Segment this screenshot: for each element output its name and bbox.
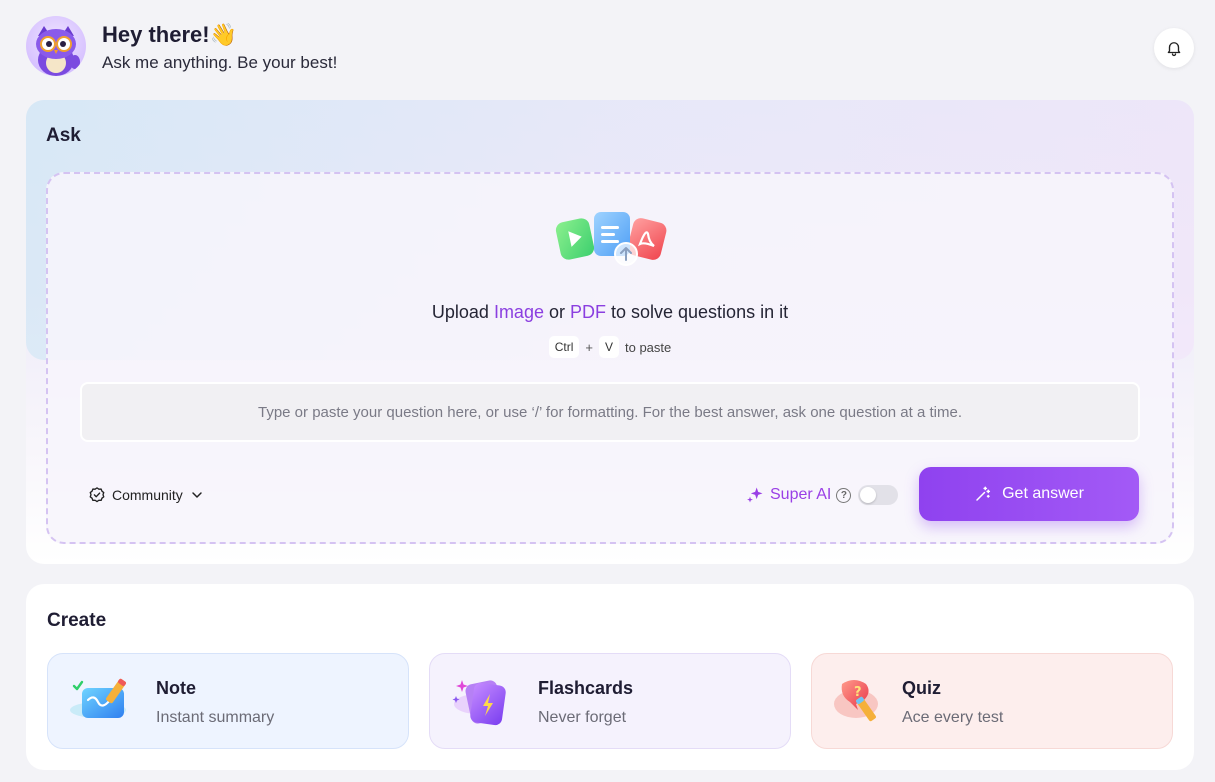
note-subtitle: Instant summary [156, 709, 275, 726]
community-label: Community [112, 487, 183, 503]
upload-drop-zone[interactable]: Upload Image or PDF to solve questions i… [46, 172, 1174, 544]
greeting-text: Hey there! [102, 22, 210, 47]
ask-title: Ask [46, 125, 81, 146]
get-answer-label: Get answer [1002, 485, 1084, 502]
flashcards-subtitle: Never forget [538, 709, 627, 726]
upload-instructions: Upload Image or PDF to solve questions i… [48, 302, 1172, 323]
greeting-title: Hey there!👋 [102, 22, 237, 48]
upload-suffix: to solve questions in it [605, 302, 789, 322]
paste-label: to paste [625, 339, 672, 355]
chevron-down-icon [192, 492, 202, 498]
upload-pdf-link[interactable]: PDF [570, 302, 606, 322]
wave-icon: 👋 [209, 22, 237, 47]
quiz-tool-card[interactable]: ? Quiz Ace every test [811, 653, 1173, 749]
paste-hint: Ctrl + V to paste [48, 336, 1172, 358]
notification-button[interactable] [1154, 28, 1194, 68]
community-dropdown[interactable]: Community [88, 484, 205, 506]
flashcards-tool-card[interactable]: Flashcards Never forget [429, 653, 791, 749]
super-ai-control: Super AI ? [745, 481, 899, 509]
quiz-title: Quiz [902, 678, 941, 698]
super-ai-label: Super AI [770, 486, 832, 503]
v-key: V [598, 336, 619, 358]
create-panel: Create Note Instant summary Flashcards N… [26, 584, 1194, 770]
sparkle-icon [747, 487, 763, 503]
header: Hey there!👋 Ask me anything. Be your bes… [26, 16, 1194, 78]
flashcards-icon [452, 680, 506, 726]
quiz-subtitle: Ace every test [902, 709, 1004, 726]
create-title: Create [47, 610, 107, 631]
flashcards-title: Flashcards [538, 678, 634, 698]
help-icon[interactable]: ? [836, 487, 852, 503]
owl-mascot-icon [26, 16, 86, 76]
super-ai-toggle[interactable] [858, 485, 899, 505]
toggle-knob [860, 487, 877, 503]
note-title: Note [156, 678, 196, 698]
greeting-subtitle: Ask me anything. Be your best! [102, 53, 338, 72]
quiz-icon: ? [834, 680, 878, 722]
upload-prefix: Upload [431, 302, 494, 322]
upload-middle: or [543, 302, 570, 322]
upload-image-link[interactable]: Image [494, 302, 544, 322]
ask-panel: Ask Upload Image or PDF to solve questio… [26, 100, 1194, 564]
ctrl-key: Ctrl [548, 336, 580, 358]
plus-sign: + [585, 339, 593, 355]
note-tool-card[interactable]: Note Instant summary [47, 653, 409, 749]
question-input[interactable] [80, 382, 1140, 442]
get-answer-button[interactable]: Get answer [919, 467, 1139, 521]
upload-files-icon [555, 212, 667, 266]
magic-wand-icon [976, 486, 991, 501]
check-circle-icon [89, 487, 105, 503]
note-icon [70, 678, 126, 718]
bell-icon [1167, 42, 1181, 57]
